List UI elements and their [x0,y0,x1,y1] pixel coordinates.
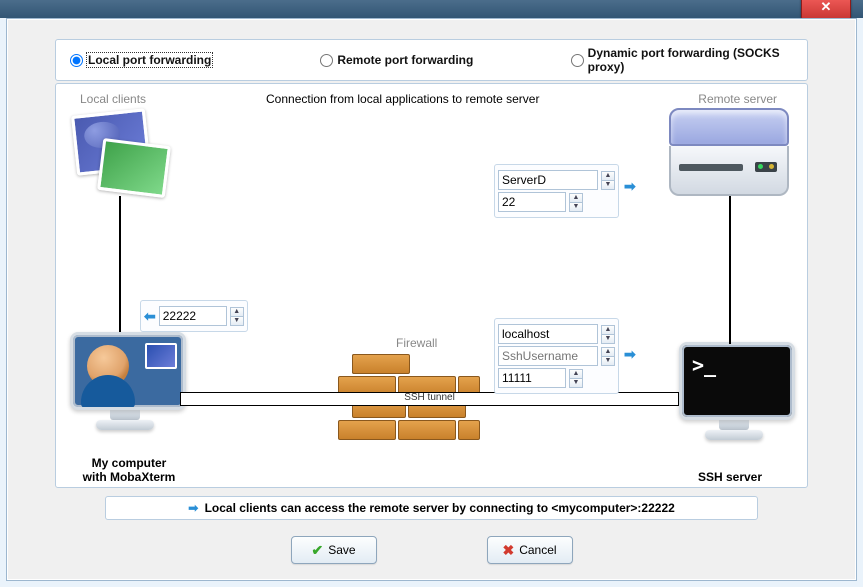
cancel-button-label: Cancel [519,543,556,557]
local-clients-label: Local clients [80,92,146,106]
remote-host-spinner[interactable]: ▲▼ [601,171,615,190]
mode-remote-radio[interactable] [320,54,333,67]
check-icon: ✔ [311,542,323,559]
local-clients-icon [74,112,169,192]
my-computer-icon [70,332,180,430]
my-computer-label-2: with MobaXterm [83,470,176,484]
line-clients-to-mycomputer [119,196,121,332]
cross-icon: ✖ [502,542,514,559]
remote-port-spinner[interactable]: ▲▼ [569,193,583,212]
remote-server-label: Remote server [698,92,777,106]
ssh-server-group: ▲▼ ▲▼ ▲▼ [494,318,619,394]
arrow-right-icon: ➡ [624,178,636,195]
forwarded-port-spinner[interactable]: ▲▼ [230,307,244,326]
diagram: Connection from local applications to re… [55,83,808,488]
forwarded-port-group: ⬅ ▲▼ [140,300,248,332]
footnote-text: Local clients can access the remote serv… [205,501,675,515]
forwarded-port-input[interactable] [159,306,227,326]
save-button[interactable]: ✔ Save [291,536,377,564]
ssh-host-spinner[interactable]: ▲▼ [601,325,615,344]
ssh-tunnel: SSH tunnel [180,392,679,406]
ssh-server-icon: >_ [679,342,789,440]
ssh-host-input[interactable] [498,324,598,344]
button-row: ✔ Save ✖ Cancel [7,536,856,564]
cancel-button[interactable]: ✖ Cancel [487,536,573,564]
ssh-user-input[interactable] [498,346,598,366]
save-button-label: Save [328,543,355,557]
footnote: ➡ Local clients can access the remote se… [105,496,758,520]
ssh-server-label: SSH server [675,470,785,484]
ssh-port-input[interactable] [498,368,566,388]
diagram-heading: Connection from local applications to re… [266,92,539,106]
ssh-user-spinner[interactable]: ▲▼ [601,347,615,366]
mode-dynamic-radio[interactable] [571,54,584,67]
remote-server-icon [669,108,789,196]
remote-host-input[interactable] [498,170,598,190]
ssh-tunnel-label: SSH tunnel [404,392,455,403]
my-computer-label-1: My computer [92,456,167,470]
titlebar[interactable]: ✕ [0,0,863,18]
tunnel-dialog: ✕ Local port forwarding Remote port forw… [0,0,863,587]
mode-remote-label[interactable]: Remote port forwarding [337,53,473,67]
arrow-left-icon: ⬅ [144,308,156,325]
remote-server-group: ▲▼ ▲▼ [494,164,619,218]
mode-local-radio[interactable] [70,54,83,67]
remote-port-input[interactable] [498,192,566,212]
arrow-right-icon: ➡ [624,346,636,363]
arrow-right-icon: ➡ [188,501,198,515]
dialog-body: Local port forwarding Remote port forwar… [6,18,857,581]
line-remote-to-ssh [729,196,731,344]
mode-local-label[interactable]: Local port forwarding [87,53,212,67]
forwarding-mode-group: Local port forwarding Remote port forwar… [55,39,808,81]
firewall-label: Firewall [396,336,437,350]
ssh-port-spinner[interactable]: ▲▼ [569,369,583,388]
mode-dynamic-label[interactable]: Dynamic port forwarding (SOCKS proxy) [588,46,793,74]
